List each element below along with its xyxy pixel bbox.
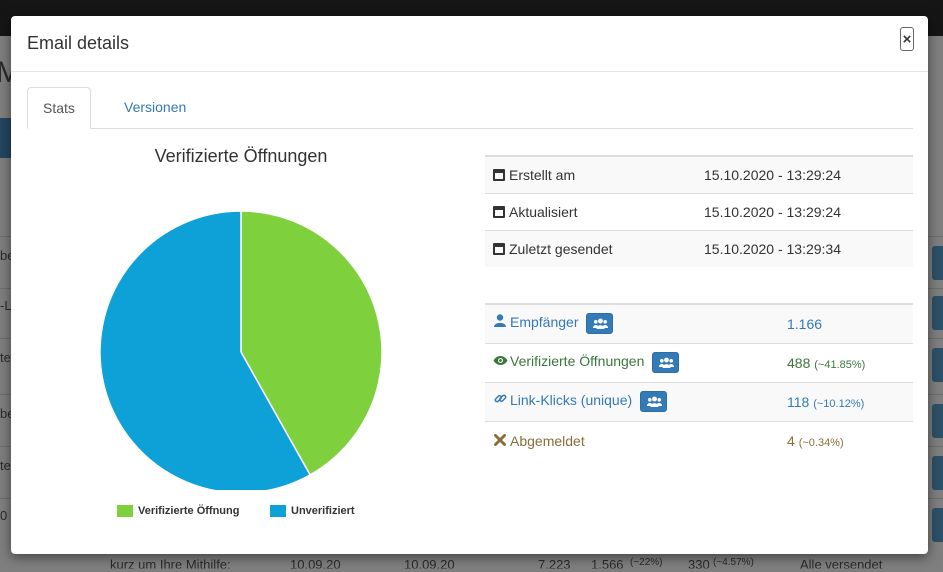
stat-value: 488 bbox=[787, 354, 811, 371]
stat-percent: (~10.12%) bbox=[813, 397, 865, 410]
legend-label-unverified: Unverifiziert bbox=[291, 505, 355, 517]
eye-icon bbox=[493, 354, 508, 369]
stat-label-cell: Abgemeldet bbox=[485, 421, 779, 460]
email-stats-table: Empfänger 1.166 Verifizierte Öffnungen 4… bbox=[485, 303, 913, 460]
recipients-group-button[interactable] bbox=[586, 313, 614, 335]
stat-label-empfaenger[interactable]: Empfänger bbox=[510, 314, 578, 330]
users-icon bbox=[659, 357, 675, 368]
table-row: Erstellt am 15.10.2020 - 13:29:24 bbox=[485, 156, 913, 194]
calendar-icon bbox=[493, 205, 505, 218]
modal-title: Email details bbox=[27, 33, 130, 53]
stat-value: 118 bbox=[787, 393, 810, 410]
stat-value: 4 bbox=[787, 432, 795, 449]
stat-value-cell: 488 (~41.85%) bbox=[779, 343, 913, 383]
legend-swatch-unverified bbox=[270, 505, 286, 517]
info-label: Aktualisiert bbox=[509, 203, 578, 220]
legend-item-verified[interactable]: Verifizierte Öffnung bbox=[117, 505, 239, 517]
info-value: 15.10.2020 - 13:29:24 bbox=[696, 193, 913, 231]
stat-label-cell: Link-Klicks (unique) bbox=[485, 382, 779, 422]
info-value: 15.10.2020 - 13:29:24 bbox=[696, 156, 913, 194]
pie-chart bbox=[99, 210, 383, 490]
stat-value-cell: 118 (~10.12%) bbox=[779, 382, 913, 422]
modal-header: Email details × bbox=[11, 16, 928, 72]
users-icon bbox=[647, 396, 663, 407]
user-icon bbox=[493, 314, 507, 330]
legend-item-unverified[interactable]: Unverifiziert bbox=[270, 505, 355, 517]
table-row: Empfänger 1.166 bbox=[485, 304, 913, 344]
clicks-group-button[interactable] bbox=[640, 391, 668, 412]
info-label-cell: Aktualisiert bbox=[485, 193, 696, 231]
email-details-modal: Email details × Stats Versionen Verifizi… bbox=[11, 16, 928, 554]
info-value: 15.10.2020 - 13:29:34 bbox=[696, 230, 913, 267]
stat-percent: (~0.34%) bbox=[798, 436, 844, 449]
info-label: Erstellt am bbox=[509, 166, 576, 183]
table-row: Abgemeldet 4 (~0.34%) bbox=[485, 421, 913, 460]
stat-label-abgemeldet: Abgemeldet bbox=[510, 432, 585, 449]
info-label-cell: Zuletzt gesendet bbox=[485, 230, 696, 267]
table-row: Zuletzt gesendet 15.10.2020 - 13:29:34 bbox=[485, 230, 913, 267]
opens-group-button[interactable] bbox=[652, 352, 680, 373]
email-info-table: Erstellt am 15.10.2020 - 13:29:24 Aktual… bbox=[485, 155, 913, 267]
chart-title: Verifizierte Öffnungen bbox=[154, 146, 328, 166]
tab-stats[interactable]: Stats bbox=[27, 87, 91, 129]
stat-value: 1.166 bbox=[787, 315, 823, 332]
calendar-icon bbox=[493, 168, 505, 181]
stat-value-cell: 4 (~0.34%) bbox=[779, 421, 913, 460]
x-icon bbox=[493, 433, 507, 449]
tab-bar: Stats Versionen bbox=[27, 87, 913, 129]
link-icon bbox=[493, 392, 507, 408]
info-label: Zuletzt gesendet bbox=[509, 240, 613, 257]
close-button[interactable]: × bbox=[900, 27, 914, 51]
stat-value-cell: 1.166 bbox=[779, 304, 913, 344]
tab-versionen[interactable]: Versionen bbox=[109, 87, 201, 129]
calendar-icon bbox=[493, 242, 505, 255]
table-row: Verifizierte Öffnungen 488 (~41.85%) bbox=[485, 343, 913, 383]
stat-label-cell: Verifizierte Öffnungen bbox=[485, 343, 779, 383]
stat-label-cell: Empfänger bbox=[485, 304, 779, 344]
table-row: Link-Klicks (unique) 118 (~10.12%) bbox=[485, 382, 913, 422]
stat-percent: (~41.85%) bbox=[814, 358, 866, 371]
users-icon bbox=[593, 318, 609, 330]
legend-label-verified: Verifizierte Öffnung bbox=[138, 505, 240, 517]
table-row: Aktualisiert 15.10.2020 - 13:29:24 bbox=[485, 193, 913, 231]
legend-swatch-verified bbox=[117, 505, 133, 517]
stat-label-verifizierte-oeffnungen[interactable]: Verifizierte Öffnungen bbox=[510, 353, 644, 369]
stat-label-link-klicks[interactable]: Link-Klicks (unique) bbox=[510, 392, 632, 408]
info-label-cell: Erstellt am bbox=[485, 156, 696, 194]
